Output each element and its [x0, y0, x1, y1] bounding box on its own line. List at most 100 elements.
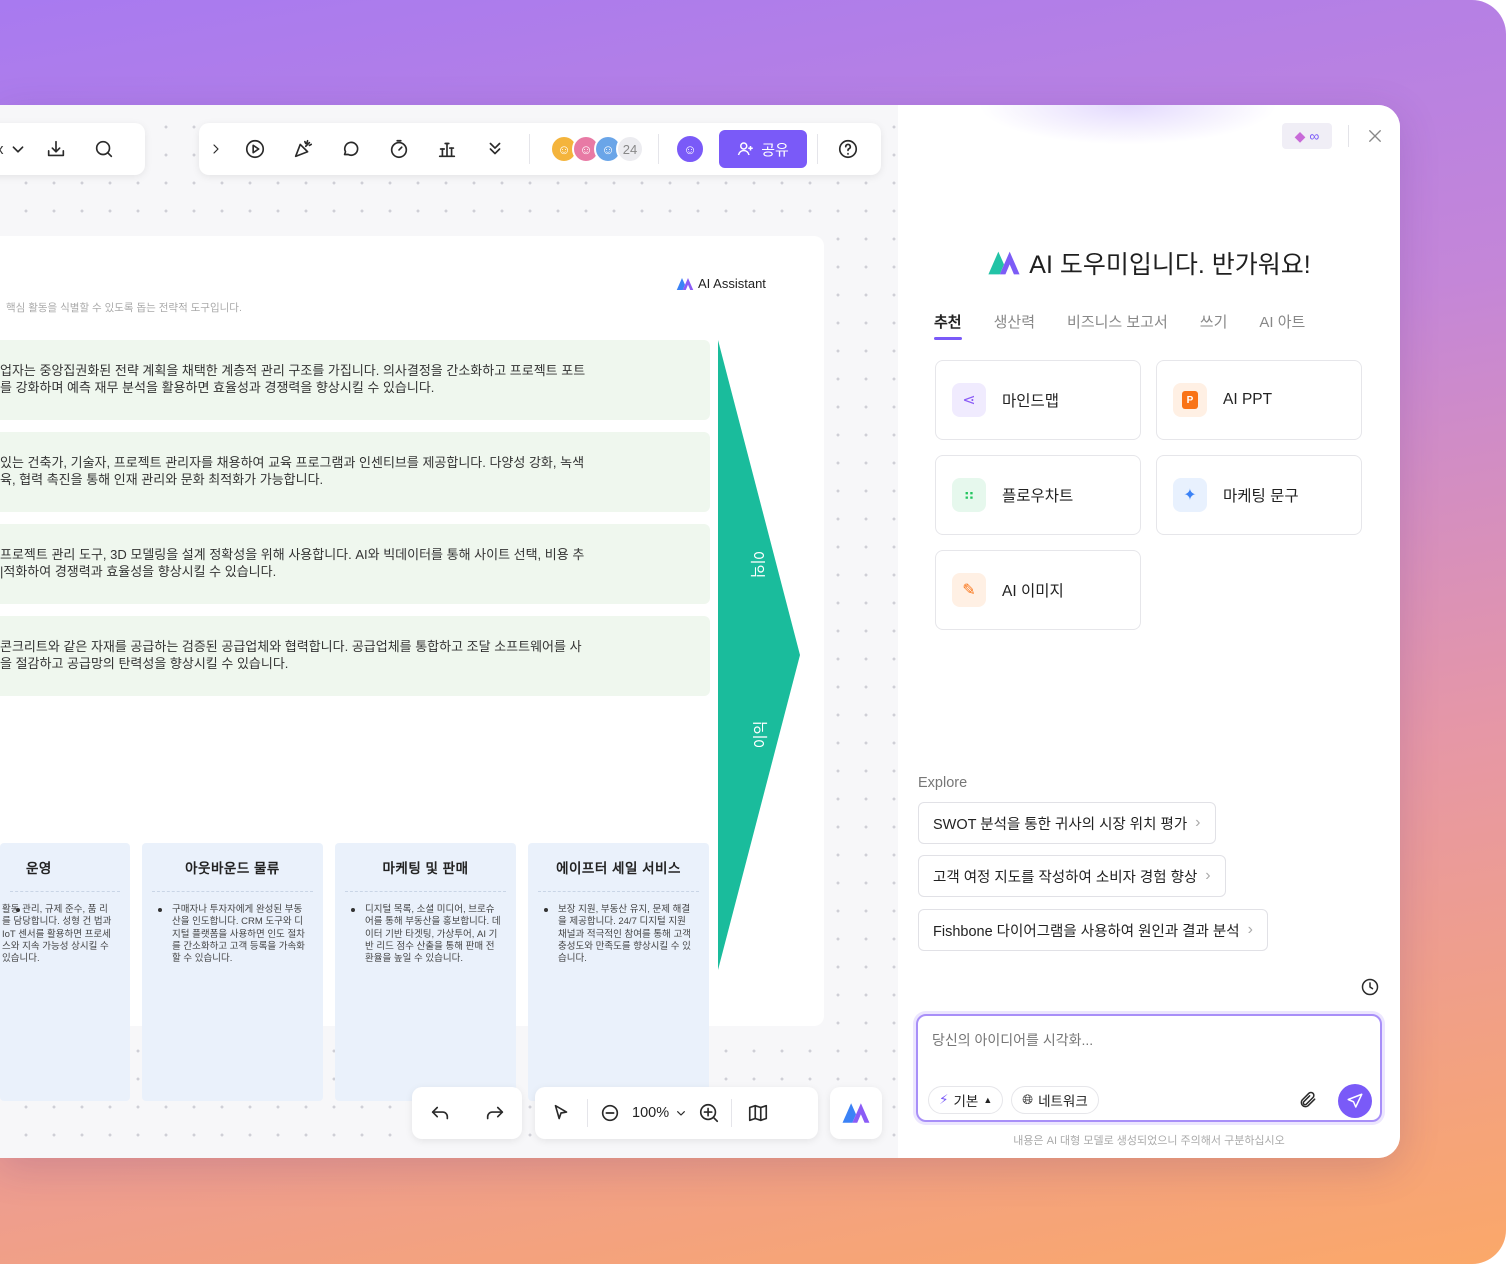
chevron-down-icon[interactable] — [669, 1093, 693, 1133]
zoom-out-icon[interactable] — [594, 1093, 626, 1133]
divider — [10, 891, 120, 892]
user-avatar[interactable]: ☺ — [675, 134, 705, 164]
zoom-in-icon[interactable] — [693, 1093, 725, 1133]
divider — [538, 891, 699, 892]
divider — [345, 891, 506, 892]
margin-arrow — [718, 340, 800, 970]
value-chain-document[interactable]: AI Assistant 핵심 활동을 식별할 수 있도록 돕는 전략적 도구입… — [0, 236, 824, 1101]
present-play-icon[interactable] — [235, 129, 275, 169]
lightning-icon: ⚡ — [939, 1092, 949, 1107]
celebrate-icon[interactable] — [283, 129, 323, 169]
disclaimer: 내용은 AI 대형 모델로 생성되었으니 주의해서 구분하십시오 — [1013, 1135, 1285, 1147]
chevron-down-icon[interactable] — [4, 129, 32, 169]
assistant-tabs: 추천 생산력 비즈니스 보고서 쓰기 AI 아트 — [934, 311, 1305, 340]
primary-column-after-sales[interactable]: 에이프터 세일 서비스 보장 지원, 부동산 유지, 문제 해결을 제공합니다.… — [528, 843, 709, 1101]
tab-writing[interactable]: 쓰기 — [1200, 311, 1228, 332]
comment-icon[interactable] — [331, 129, 371, 169]
prompt-box: ⚡기본▲ 🌐︎네트워크 — [916, 1014, 1382, 1122]
greeting: AI 도우미입니다. 반가워요! — [898, 245, 1400, 281]
share-button[interactable]: 공유 — [719, 130, 807, 168]
toolbar-divider — [587, 1099, 588, 1127]
card-ai-ppt[interactable]: P AI PPT — [1156, 360, 1362, 440]
explore-item-journey[interactable]: 고객 여정 지도를 작성하여 소비자 경험 향상 › — [918, 855, 1226, 897]
sparkle-icon: ✦ — [1173, 478, 1207, 512]
tab-business-report[interactable]: 비즈니스 보고서 — [1067, 311, 1168, 332]
network-toggle[interactable]: 🌐︎ 네트워크 — [1011, 1086, 1099, 1114]
image-brush-icon: ✎ — [952, 573, 986, 607]
main-toolbar: ☺ ☺ ☺ 24 ☺ 공유 — [199, 123, 881, 175]
ai-assistant-panel: ◆ ∞ AI 도우미입니다. 반가워요! 추천 생산력 비즈니스 보고서 쓰기 A… — [898, 105, 1400, 1158]
divider — [152, 891, 313, 892]
redo-icon[interactable] — [475, 1093, 515, 1133]
mindmap-icon: ⋖ — [952, 383, 986, 417]
view-toolbar: 100% — [535, 1087, 818, 1139]
margin-label-bottom: 이익 — [752, 720, 770, 749]
timer-icon[interactable] — [379, 129, 419, 169]
help-icon[interactable] — [828, 129, 868, 169]
toolbar-divider — [529, 134, 530, 164]
app-window: x ☺ ☺ ☺ 24 ☺ 공유 AI Assistant 핵심 활동을 식별할 … — [0, 105, 1400, 1158]
chevron-right-icon: › — [1195, 814, 1201, 831]
explore-label: Explore — [918, 775, 968, 791]
attachment-icon[interactable] — [1288, 1080, 1328, 1120]
card-ai-image[interactable]: ✎ AI 이미지 — [935, 550, 1141, 630]
support-row-infrastructure[interactable]: 업자는 중앙집권화된 전략 계획을 채택한 계층적 관리 구조를 가집니다. 의… — [0, 340, 710, 420]
tab-productivity[interactable]: 생산력 — [994, 311, 1035, 332]
ai-logo-icon — [676, 277, 694, 290]
explore-item-fishbone[interactable]: Fishbone 다이어그램을 사용하여 원인과 결과 분석 › — [918, 909, 1268, 951]
primary-column-outbound-logistics[interactable]: 아웃바운드 물류 구매자나 투자자에게 완성된 부동산을 인도합니다. CRM … — [142, 843, 323, 1101]
history-clock-icon[interactable] — [1350, 967, 1390, 1007]
infinite-credits-badge[interactable]: ◆ ∞ — [1282, 123, 1332, 149]
select-pointer-icon[interactable] — [541, 1093, 581, 1133]
ai-assistant-tag: AI Assistant — [676, 276, 766, 291]
search-icon[interactable] — [84, 129, 124, 169]
zoom-level[interactable]: 100% — [632, 1105, 669, 1121]
card-flowchart[interactable]: ⠶ 플로우차트 — [935, 455, 1141, 535]
add-user-icon — [737, 142, 753, 156]
send-button[interactable] — [1338, 1084, 1372, 1118]
flowchart-icon: ⠶ — [952, 478, 986, 512]
ai-logo-icon — [988, 251, 1020, 275]
ai-logo-icon — [842, 1103, 870, 1123]
prompt-options: ⚡ 기본 ▲ 🌐︎ 네트워크 — [928, 1086, 1099, 1114]
caret-up-icon: ▲ — [983, 1095, 993, 1105]
margin-label-top: 이익 — [748, 550, 766, 579]
support-row-hr[interactable]: 있는 건축가, 기술자, 프로젝트 관리자를 채용하여 교육 프로그램과 인센티… — [0, 432, 710, 512]
undo-icon[interactable] — [420, 1093, 460, 1133]
download-icon[interactable] — [36, 129, 76, 169]
canvas[interactable]: x ☺ ☺ ☺ 24 ☺ 공유 AI Assistant 핵심 활동을 식별할 … — [0, 105, 898, 1158]
tab-ai-art[interactable]: AI 아트 — [1259, 311, 1305, 332]
toolbar-divider — [817, 134, 818, 164]
collaborator-avatars[interactable]: ☺ ☺ ☺ 24 — [550, 135, 644, 163]
explore-item-swot[interactable]: SWOT 분석을 통한 귀사의 시장 위치 평가 › — [918, 802, 1216, 844]
expand-chevron-icon[interactable] — [203, 129, 229, 169]
support-row-procurement[interactable]: 콘크리트와 같은 자재를 공급하는 검증된 공급업체와 협력합니다. 공급업체를… — [0, 616, 710, 696]
mode-select[interactable]: ⚡ 기본 ▲ — [928, 1086, 1004, 1114]
primary-column-operations[interactable]: 운영 활동 관리, 규제 준수, 품 리를 담당합니다. 성형 건 법과 IoT… — [0, 843, 130, 1101]
send-icon — [1347, 1093, 1363, 1108]
ai-assistant-toggle[interactable] — [830, 1087, 882, 1139]
ppt-icon: P — [1173, 383, 1207, 417]
more-tools-icon[interactable] — [475, 129, 515, 169]
card-mindmap[interactable]: ⋖ 마인드맵 — [935, 360, 1141, 440]
toolbar-divider — [658, 134, 659, 164]
file-toolbar: x — [0, 123, 145, 175]
primary-column-marketing-sales[interactable]: 마케팅 및 판매 디지털 목록, 소셜 미디어, 브로슈어를 통해 부동산을 홍… — [335, 843, 516, 1101]
support-row-technology[interactable]: 프로젝트 관리 도구, 3D 모델링을 설계 정확성을 위해 사용합니다. AI… — [0, 524, 710, 604]
toolbar-divider — [731, 1099, 733, 1127]
vote-chart-icon[interactable] — [427, 129, 467, 169]
close-icon[interactable] — [1355, 116, 1395, 156]
document-subtitle: 핵심 활동을 식별할 수 있도록 돕는 전략적 도구입니다. — [6, 302, 242, 314]
infinity-icon: ∞ — [1309, 128, 1320, 144]
panel-divider — [1348, 125, 1349, 147]
collaborator-count: 24 — [616, 135, 644, 163]
map-book-icon[interactable] — [738, 1093, 778, 1133]
tab-recommended[interactable]: 추천 — [934, 311, 962, 340]
gem-icon: ◆ — [1294, 127, 1306, 144]
card-marketing-copy[interactable]: ✦ 마케팅 문구 — [1156, 455, 1362, 535]
history-toolbar — [412, 1087, 522, 1139]
chevron-right-icon: › — [1247, 921, 1253, 938]
globe-icon: 🌐︎ — [1022, 1092, 1034, 1107]
prompt-input[interactable] — [932, 1030, 1362, 1070]
chevron-right-icon: › — [1205, 867, 1211, 884]
